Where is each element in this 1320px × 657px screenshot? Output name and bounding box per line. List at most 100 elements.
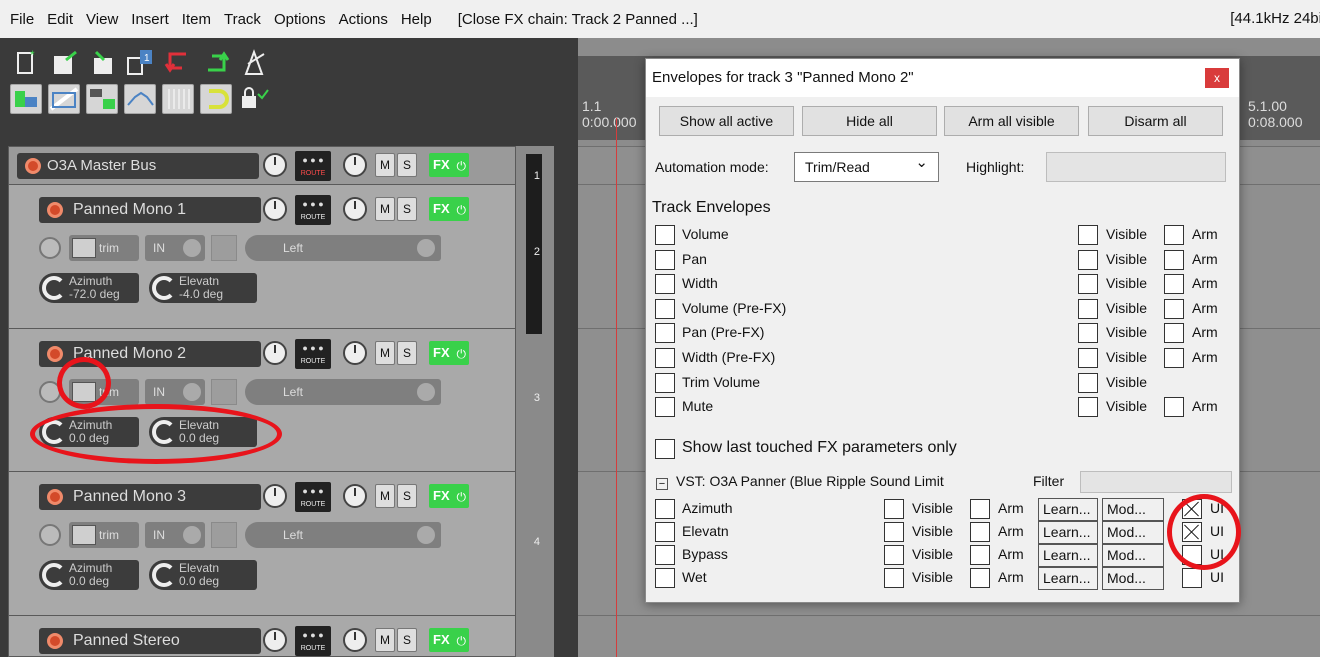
visible-checkbox[interactable]	[1078, 274, 1098, 295]
master-mute-button[interactable]: M	[375, 153, 395, 177]
visible-checkbox[interactable]	[1078, 298, 1098, 319]
mod-button[interactable]: Mod...	[1102, 567, 1164, 590]
envelope-button[interactable]: trim	[69, 522, 139, 548]
input-button[interactable]: IN	[145, 235, 205, 261]
volume-knob[interactable]	[263, 197, 287, 221]
envelope-checkbox[interactable]	[655, 372, 675, 393]
disarm-all-button[interactable]: Disarm all	[1088, 106, 1223, 136]
mute-button[interactable]: M	[375, 341, 395, 365]
snap-icon[interactable]	[200, 84, 232, 114]
pan-knob[interactable]	[343, 341, 367, 365]
solo-button[interactable]: S	[397, 341, 417, 365]
ripple-edit-icon[interactable]	[48, 84, 80, 114]
elevation-param[interactable]: Elevatn 0.0 deg	[149, 417, 257, 447]
solo-button[interactable]: S	[397, 484, 417, 508]
input-button[interactable]: IN	[145, 522, 205, 548]
azimuth-param[interactable]: Azimuth -72.0 deg	[39, 273, 139, 303]
visible-checkbox[interactable]	[1078, 372, 1098, 393]
new-project-icon[interactable]: *	[10, 48, 42, 78]
menu-item[interactable]: Item	[177, 11, 219, 28]
arm-checkbox[interactable]	[1164, 274, 1184, 295]
envelope-lock-icon[interactable]	[124, 84, 156, 114]
azimuth-param[interactable]: Azimuth 0.0 deg	[39, 417, 139, 447]
master-pan-knob[interactable]	[343, 153, 367, 177]
arm-all-visible-button[interactable]: Arm all visible	[944, 106, 1079, 136]
arm-checkbox[interactable]	[1164, 298, 1184, 319]
mute-button[interactable]: M	[375, 197, 395, 221]
close-button[interactable]: x	[1205, 68, 1229, 88]
azimuth-param[interactable]: Azimuth 0.0 deg	[39, 560, 139, 590]
phase-invert-button[interactable]	[39, 237, 61, 259]
envelope-checkbox[interactable]	[655, 298, 675, 319]
fx-button[interactable]: FX ⏻	[429, 484, 469, 508]
track-panned-stereo[interactable]: Panned Stereo ROUTE M S FX⏻	[8, 612, 516, 657]
envelope-checkbox[interactable]	[655, 323, 675, 344]
elevation-param[interactable]: Elevatn -4.0 deg	[149, 273, 257, 303]
envelope-checkbox[interactable]	[655, 397, 675, 418]
visible-checkbox[interactable]	[884, 545, 904, 565]
learn-button[interactable]: Learn...	[1038, 521, 1098, 544]
record-arm-button[interactable]	[47, 202, 63, 218]
project-settings-icon[interactable]: 1	[124, 48, 156, 78]
input-fx-selector[interactable]: Left	[245, 522, 441, 548]
track-name[interactable]: Panned Mono 1	[39, 197, 261, 223]
menu-file[interactable]: File	[5, 11, 42, 28]
learn-button[interactable]: Learn...	[1038, 498, 1098, 521]
arm-checkbox[interactable]	[970, 545, 990, 565]
undo-icon[interactable]	[162, 48, 194, 78]
pan-knob[interactable]	[343, 628, 367, 652]
filter-input[interactable]	[1080, 471, 1232, 493]
arm-checkbox[interactable]	[1164, 323, 1184, 344]
route-button[interactable]: ROUTE	[295, 181, 331, 227]
show-last-touched-checkbox[interactable]	[655, 439, 675, 459]
learn-button[interactable]: Learn...	[1038, 567, 1098, 590]
route-button[interactable]: ROUTE	[295, 325, 331, 371]
mod-button[interactable]: Mod...	[1102, 498, 1164, 521]
monitor-button[interactable]	[211, 235, 237, 261]
param-checkbox[interactable]	[655, 568, 675, 588]
monitor-button[interactable]	[211, 379, 237, 405]
visible-checkbox[interactable]	[1078, 348, 1098, 368]
envelope-button[interactable]: trim	[69, 235, 139, 261]
menu-help[interactable]: Help	[396, 11, 440, 28]
mute-button[interactable]: M	[375, 484, 395, 508]
input-fx-selector[interactable]: Left	[245, 235, 441, 261]
volume-knob[interactable]	[263, 341, 287, 365]
visible-checkbox[interactable]	[884, 499, 904, 519]
arm-checkbox[interactable]	[1164, 348, 1184, 368]
snap-grid-icon[interactable]	[162, 84, 194, 114]
show-all-active-button[interactable]: Show all active	[659, 106, 794, 136]
lock-icon[interactable]	[238, 84, 270, 114]
automation-mode-select[interactable]: Trim/Read	[794, 149, 939, 182]
learn-button[interactable]: Learn...	[1038, 544, 1098, 567]
menu-view[interactable]: View	[81, 11, 126, 28]
grid-icon[interactable]	[10, 84, 42, 114]
phase-invert-button[interactable]	[39, 524, 61, 546]
arm-checkbox[interactable]	[970, 568, 990, 588]
ui-checkbox[interactable]	[1182, 522, 1202, 542]
visible-checkbox[interactable]	[1078, 249, 1098, 270]
menu-options[interactable]: Options	[269, 11, 334, 28]
fx-button[interactable]: FX ⏻	[429, 628, 469, 652]
solo-button[interactable]: S	[397, 628, 417, 652]
solo-button[interactable]: S	[397, 197, 417, 221]
fx-button[interactable]: FX ⏻	[429, 197, 469, 221]
record-arm-button[interactable]	[47, 489, 63, 505]
arm-checkbox[interactable]	[1164, 397, 1184, 418]
mute-button[interactable]: M	[375, 628, 395, 652]
metronome-icon[interactable]	[238, 48, 270, 78]
master-track[interactable]: O3A Master Bus ROUTE M S FX⏻	[8, 137, 516, 186]
ui-checkbox[interactable]	[1182, 568, 1202, 588]
envelope-checkbox[interactable]	[655, 348, 675, 368]
monitor-button[interactable]	[211, 522, 237, 548]
master-route-button[interactable]: ROUTE	[295, 137, 331, 183]
menu-edit[interactable]: Edit	[42, 11, 81, 28]
arm-checkbox[interactable]	[1164, 225, 1184, 245]
elevation-param[interactable]: Elevatn 0.0 deg	[149, 560, 257, 590]
ui-checkbox[interactable]	[1182, 545, 1202, 565]
param-checkbox[interactable]	[655, 499, 675, 519]
route-button[interactable]: ROUTE	[295, 612, 331, 657]
ui-checkbox[interactable]	[1182, 499, 1202, 519]
record-arm-button[interactable]	[47, 633, 63, 649]
fx-button[interactable]: FX ⏻	[429, 341, 469, 365]
